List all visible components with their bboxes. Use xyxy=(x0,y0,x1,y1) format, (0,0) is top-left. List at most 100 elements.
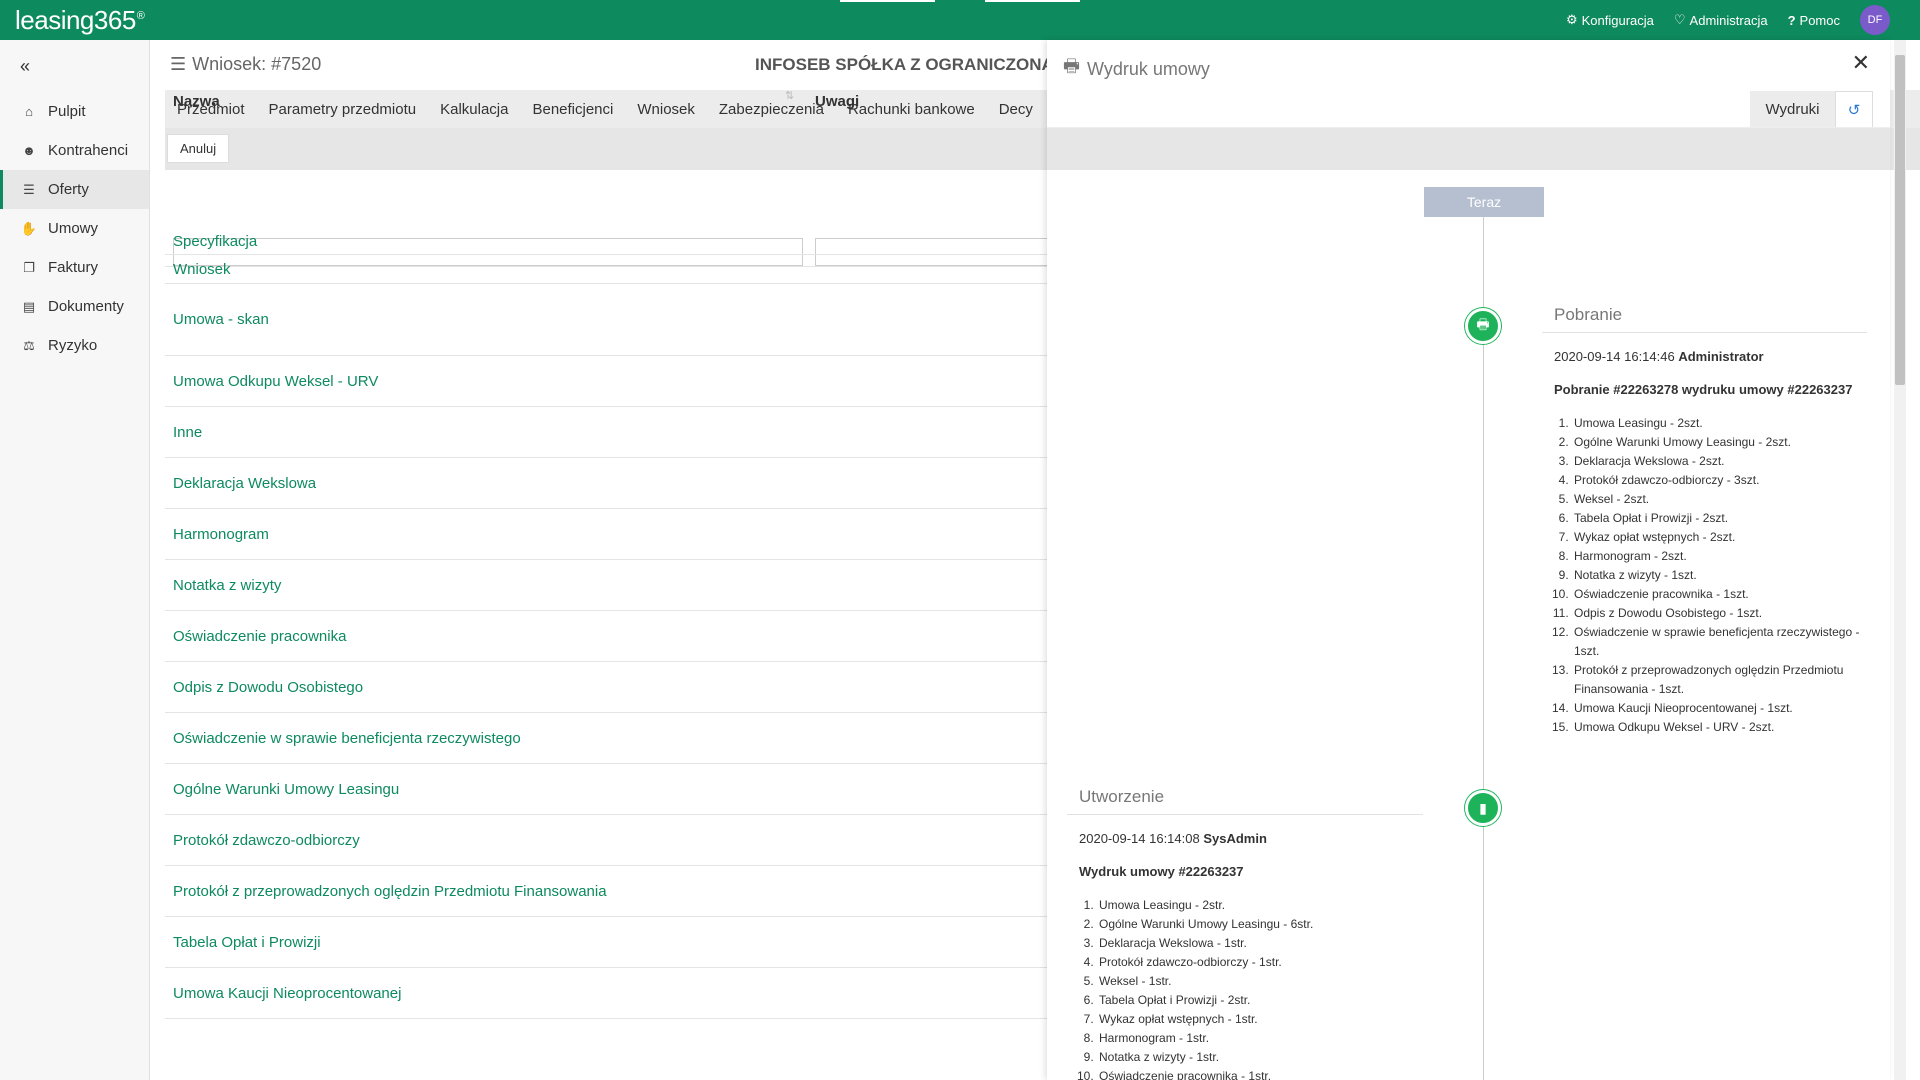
close-icon[interactable]: ✕ xyxy=(1852,50,1870,76)
event-heading: Pobranie xyxy=(1542,305,1867,333)
help-label: Pomoc xyxy=(1799,12,1840,28)
document-row[interactable]: Odpis z Dowodu Osobistego xyxy=(165,662,1065,713)
document-row[interactable]: Deklaracja Wekslowa xyxy=(165,458,1065,509)
handshake-icon: ✋ xyxy=(20,220,38,236)
help-icon: ? xyxy=(1787,12,1796,28)
logo-mark: ® xyxy=(136,10,145,23)
tab-4[interactable]: Wniosek xyxy=(625,90,707,128)
event-item: Umowa Kaucji Nieoprocentowanej - 1szt. xyxy=(1572,699,1867,718)
event-item: Odpis z Dowodu Osobistego - 1szt. xyxy=(1572,604,1867,623)
event-item: Protokół zdawczo-odbiorczy - 3szt. xyxy=(1572,471,1867,490)
event-item: Ogólne Warunki Umowy Leasingu - 2szt. xyxy=(1572,433,1867,452)
balance-scale-icon: ⚖ xyxy=(23,337,35,353)
tab-prints[interactable]: Wydruki xyxy=(1750,91,1835,127)
event-item: Deklaracja Wekslowa - 2szt. xyxy=(1572,452,1867,471)
tab-2[interactable]: Kalkulacja xyxy=(428,90,520,128)
page-scrollbar[interactable] xyxy=(1894,40,1906,1080)
file-icon: ▤ xyxy=(22,298,36,314)
document-row[interactable]: Protokół zdawczo-odbiorczy xyxy=(165,815,1065,866)
top-menu: ⚙ Konfiguracja ♡ Administracja ? Pomoc D… xyxy=(1566,0,1890,40)
event-item: Harmonogram - 2szt. xyxy=(1572,547,1867,566)
help-menu-item[interactable]: ? Pomoc xyxy=(1788,13,1840,28)
home-icon: ⌂ xyxy=(25,104,33,119)
sidebar-item-umowy[interactable]: ✋ Umowy xyxy=(0,209,149,248)
document-row[interactable]: Specyfikacja xyxy=(165,229,1065,255)
now-marker: Teraz xyxy=(1424,187,1544,217)
list-icon: ☰ xyxy=(23,181,35,197)
collapse-sidebar-button[interactable]: « xyxy=(0,40,149,92)
scrollbar-thumb[interactable] xyxy=(1895,55,1905,385)
document-row[interactable]: Harmonogram xyxy=(165,509,1065,560)
panel-title-text: Wydruk umowy xyxy=(1087,58,1210,79)
panel-tabs: Wydruki ↺ xyxy=(1047,88,1890,128)
sidebar: « ⌂ Pulpit ☻ Kontrahenci ☰ Oferty ✋ Umowy ❐ Faktu… xyxy=(0,40,150,1080)
column-header-notes[interactable]: Uwagi xyxy=(815,93,859,110)
event-item: Protokół z przeprowadzonych oględzin Prz… xyxy=(1572,661,1867,699)
document-row[interactable]: Umowa Odkupu Weksel - URV xyxy=(165,356,1065,407)
event-item: Notatka z wizyty - 1str. xyxy=(1097,1048,1423,1067)
sidebar-item-ryzyko[interactable]: ⚖ Ryzyko xyxy=(0,326,149,365)
sidebar-item-kontrahenci[interactable]: ☻ Kontrahenci xyxy=(0,131,149,170)
event-items: Umowa Leasingu - 2str.Ogólne Warunki Umo… xyxy=(1082,896,1423,1080)
sort-icon[interactable]: ⇅ xyxy=(785,89,794,102)
window-tab-indicator xyxy=(840,0,935,2)
logo-text: leasing365 xyxy=(15,5,136,35)
event-title: Wydruk umowy #22263237 xyxy=(1079,864,1244,879)
print-icon: 🖶 xyxy=(1465,308,1501,344)
document-row[interactable]: Wniosek xyxy=(165,255,1065,284)
print-history-panel: 🖶 Wydruk umowy ✕ Wydruki ↺ Teraz 🖶 Pobra… xyxy=(1047,40,1890,1080)
event-item: Oświadczenie pracownika - 1szt. xyxy=(1572,585,1867,604)
panel-title: 🖶 Wydruk umowy xyxy=(1063,54,1210,84)
sidebar-item-oferty[interactable]: ☰ Oferty xyxy=(0,170,149,209)
event-item: Umowa Leasingu - 2szt. xyxy=(1572,414,1867,433)
config-label: Konfiguracja xyxy=(1581,12,1654,28)
window-tab-indicator xyxy=(985,0,1080,2)
event-item: Oświadczenie pracownika - 1str. xyxy=(1097,1067,1423,1080)
sidebar-item-label: Umowy xyxy=(48,220,99,237)
event-item: Oświadczenie w sprawie beneficjenta rzec… xyxy=(1572,623,1867,661)
document-row[interactable]: Umowa Kaucji Nieoprocentowanej xyxy=(165,968,1065,1019)
app-logo[interactable]: leasing365® xyxy=(15,5,145,36)
event-item: Tabela Opłat i Prowizji - 2szt. xyxy=(1572,509,1867,528)
sidebar-item-faktury[interactable]: ❐ Faktury xyxy=(0,248,149,287)
document-row[interactable]: Oświadczenie w sprawie beneficjenta rzec… xyxy=(165,713,1065,764)
document-row[interactable]: Ogólne Warunki Umowy Leasingu xyxy=(165,764,1065,815)
column-header-name[interactable]: Nazwa xyxy=(173,93,220,110)
sidebar-item-label: Faktury xyxy=(48,259,99,276)
event-item: Umowa Leasingu - 2str. xyxy=(1097,896,1423,915)
cancel-button[interactable]: Anuluj xyxy=(167,134,230,163)
event-timestamp: 2020-09-14 16:14:08 xyxy=(1079,831,1200,846)
event-item: Weksel - 1str. xyxy=(1097,972,1423,991)
sidebar-item-pulpit[interactable]: ⌂ Pulpit xyxy=(0,92,149,131)
history-icon[interactable]: ↺ xyxy=(1835,91,1873,127)
event-item: Wykaz opłat wstępnych - 1str. xyxy=(1097,1010,1423,1029)
document-row[interactable]: Oświadczenie pracownika xyxy=(165,611,1065,662)
sidebar-item-label: Dokumenty xyxy=(48,298,124,315)
user-avatar[interactable]: DF xyxy=(1860,5,1890,35)
printer-icon: 🖶 xyxy=(1063,56,1080,76)
top-bar: leasing365® ⚙ Konfiguracja ♡ Administrac… xyxy=(0,0,1920,40)
event-item: Tabela Opłat i Prowizji - 2str. xyxy=(1097,991,1423,1010)
timeline-card-download: Pobranie 2020-09-14 16:14:46 Administrat… xyxy=(1542,305,1867,737)
document-row[interactable]: Inne xyxy=(165,407,1065,458)
panel-toolbar xyxy=(1047,128,1890,170)
event-title: Pobranie #22263278 wydruku umowy #222632… xyxy=(1554,382,1853,397)
document-row[interactable]: Protokół z przeprowadzonych oględzin Prz… xyxy=(165,866,1065,917)
sidebar-item-label: Ryzyko xyxy=(48,337,98,354)
event-item: Protokół zdawczo-odbiorczy - 1str. xyxy=(1097,953,1423,972)
timeline-card-created: Utworzenie 2020-09-14 16:14:08 SysAdmin … xyxy=(1067,787,1423,1080)
sidebar-item-dokumenty[interactable]: ▤ Dokumenty xyxy=(0,287,149,326)
document-row[interactable]: Umowa - skan xyxy=(165,284,1065,356)
admin-menu-item[interactable]: ♡ Administracja xyxy=(1674,12,1768,28)
config-menu-item[interactable]: ⚙ Konfiguracja xyxy=(1566,12,1654,28)
tab-1[interactable]: Parametry przedmiotu xyxy=(257,90,429,128)
list-icon: ☰ xyxy=(170,54,187,74)
tab-7[interactable]: Decy xyxy=(987,90,1045,128)
admin-label: Administracja xyxy=(1689,12,1768,28)
double-chevron-left-icon: « xyxy=(20,55,31,76)
event-item: Harmonogram - 1str. xyxy=(1097,1029,1423,1048)
document-row[interactable]: Notatka z wizyty xyxy=(165,560,1065,611)
tab-3[interactable]: Beneficjenci xyxy=(520,90,625,128)
document-row[interactable]: Tabela Opłat i Prowizji xyxy=(165,917,1065,968)
sidebar-item-label: Pulpit xyxy=(48,103,86,120)
